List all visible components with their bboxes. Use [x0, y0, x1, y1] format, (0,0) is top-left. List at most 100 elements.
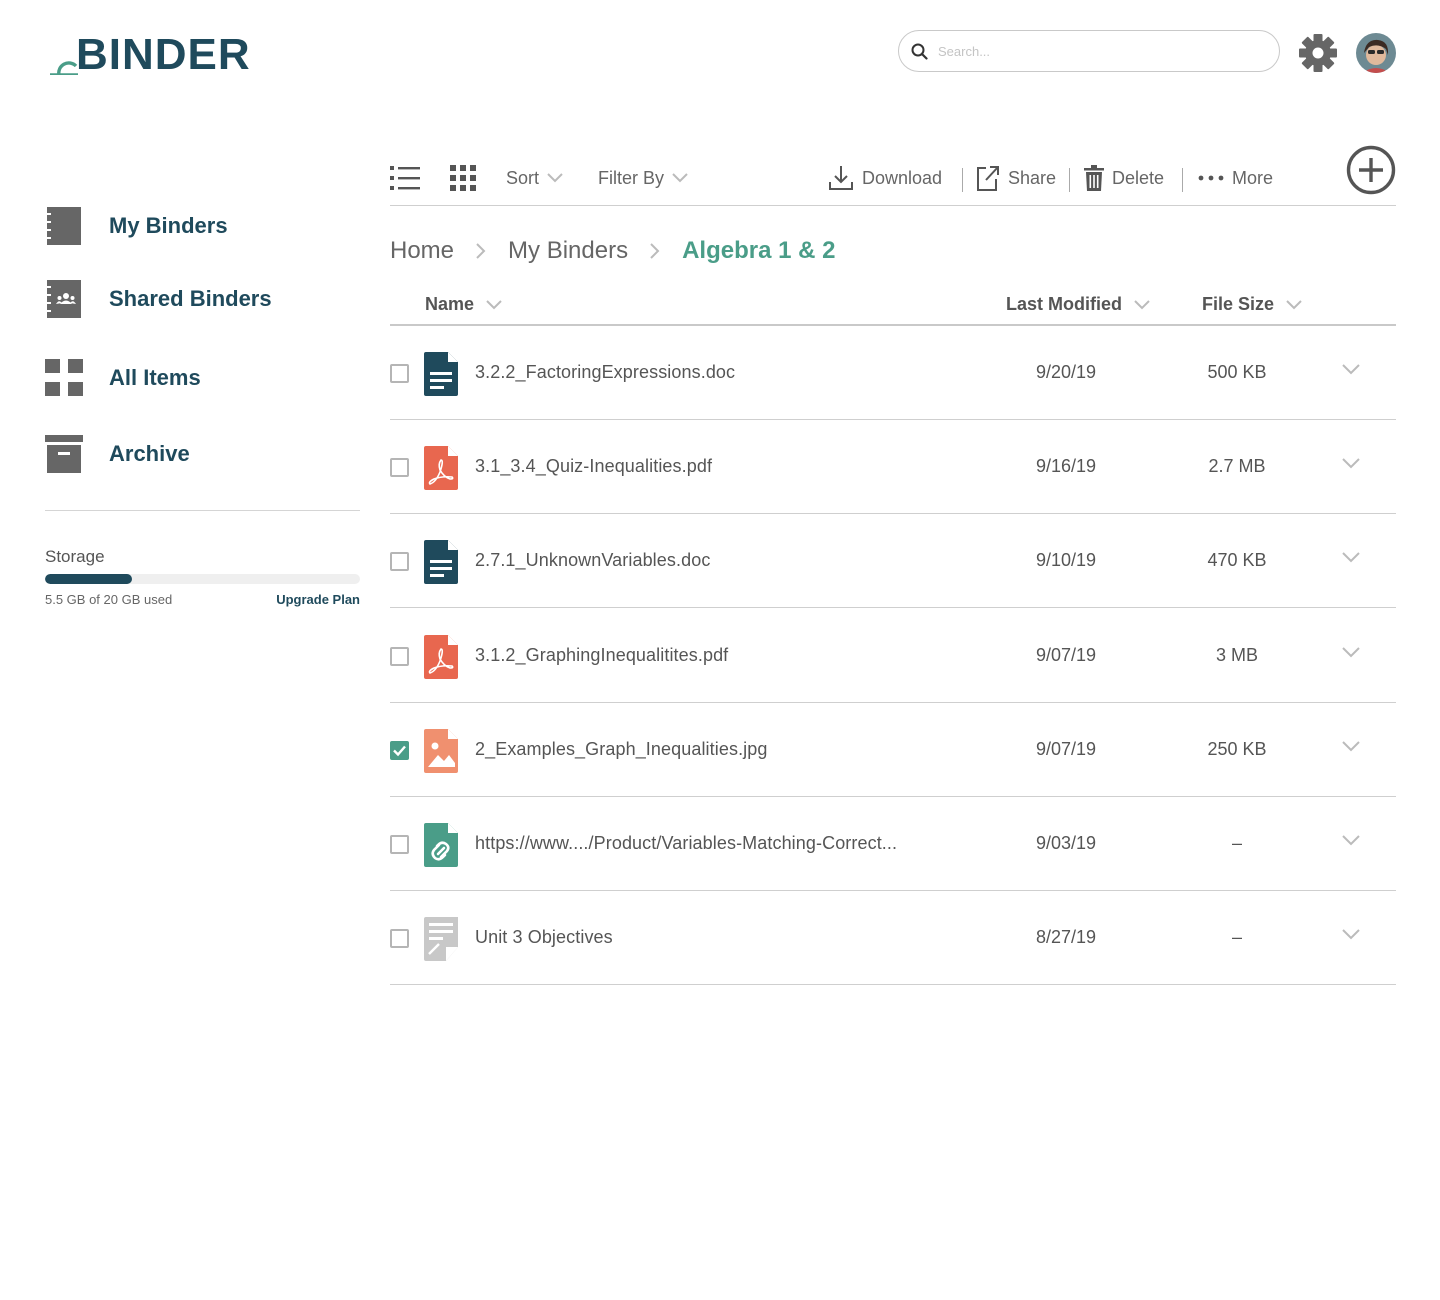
chevron-down-icon — [486, 299, 502, 309]
row-expand-chevron-icon[interactable] — [1342, 456, 1362, 476]
file-last-modified: 9/07/19 — [1035, 738, 1097, 759]
sidebar-item-shared-binders[interactable]: Shared Binders — [45, 279, 272, 319]
file-last-modified: 9/07/19 — [1035, 644, 1097, 665]
file-name[interactable]: https://www..../Product/Variables-Matchi… — [475, 833, 897, 854]
gear-icon[interactable] — [1297, 32, 1339, 74]
column-header-label: Last Modified — [1006, 294, 1122, 314]
file-size: 470 KB — [1207, 550, 1267, 571]
sidebar-item-label: My Binders — [109, 213, 228, 238]
column-header-file-size[interactable]: File Size — [1202, 294, 1302, 315]
table-row[interactable]: 3.2.2_FactoringExpressions.doc 9/20/19 500… — [390, 326, 1396, 420]
grid-icon — [45, 359, 83, 396]
toolbar: Sort Filter By Download Share Delete Mor… — [390, 150, 1396, 206]
file-last-modified: 9/20/19 — [1035, 362, 1097, 382]
download-button[interactable]: Download — [828, 164, 950, 192]
breadcrumb-current: Algebra 1 & 2 — [682, 237, 836, 264]
file-size: 500 KB — [1207, 362, 1267, 382]
file-size: 250 KB — [1207, 738, 1267, 759]
delete-button[interactable]: Delete — [1084, 164, 1172, 192]
upgrade-plan-link[interactable]: Upgrade Plan — [276, 592, 360, 607]
toolbar-divider — [1182, 168, 1183, 192]
breadcrumb-home[interactable]: Home — [390, 237, 454, 265]
add-circle-icon[interactable] — [1346, 145, 1396, 195]
archive-box-icon — [45, 435, 83, 473]
logo-text: BINDER — [76, 30, 251, 79]
checkmark-icon — [393, 745, 406, 757]
share-label: Share — [1008, 167, 1057, 188]
sidebar-item-my-binders[interactable]: My Binders — [45, 206, 228, 246]
row-expand-chevron-icon[interactable] — [1342, 550, 1362, 570]
chevron-right-icon — [476, 243, 486, 259]
row-checkbox[interactable] — [390, 552, 409, 572]
binder-icon — [45, 207, 81, 245]
pdf-file-icon — [424, 446, 460, 491]
pdf-file-icon — [424, 634, 460, 679]
table-row[interactable]: 2.7.1_UnknownVariables.doc 9/10/19 470 KB — [390, 514, 1396, 609]
row-expand-chevron-icon[interactable] — [1342, 362, 1362, 382]
row-checkbox[interactable] — [390, 646, 409, 666]
file-size: 2.7 MB — [1208, 456, 1266, 477]
more-label: More — [1232, 167, 1274, 188]
file-size: – — [1231, 927, 1242, 948]
file-name[interactable]: Unit 3 Objectives — [475, 927, 613, 948]
share-icon — [977, 166, 999, 191]
file-name[interactable]: 3.1_3.4_Quiz-Inequalities.pdf — [475, 456, 712, 477]
row-expand-chevron-icon[interactable] — [1342, 927, 1362, 947]
column-header-label: Name — [425, 294, 475, 314]
row-checkbox[interactable] — [390, 458, 409, 478]
note-file-icon — [424, 917, 460, 962]
column-header-name[interactable]: Name — [425, 294, 502, 315]
sort-dropdown[interactable]: Sort — [498, 164, 563, 192]
filter-label: Filter By — [598, 167, 665, 188]
grid-view-button[interactable] — [450, 164, 476, 192]
shared-binder-icon — [45, 280, 81, 318]
table-row[interactable]: Unit 3 Objectives 8/27/19 – — [390, 891, 1396, 986]
more-button[interactable]: More — [1198, 164, 1281, 192]
storage-used-text: 5.5 GB of 20 GB used — [45, 592, 173, 607]
search-bar[interactable] — [898, 30, 1280, 72]
binder-logo[interactable]: BINDER — [48, 30, 251, 80]
row-checkbox[interactable] — [390, 835, 409, 854]
row-checkbox[interactable] — [390, 740, 409, 760]
toolbar-divider — [1069, 168, 1070, 192]
sidebar-divider — [45, 510, 360, 511]
table-row[interactable]: 3.1_3.4_Quiz-Inequalities.pdf 9/16/19 2.7 … — [390, 420, 1396, 515]
row-checkbox[interactable] — [390, 929, 409, 949]
search-input[interactable] — [938, 43, 1258, 59]
sidebar-item-label: Archive — [109, 441, 190, 466]
file-name[interactable]: 2.7.1_UnknownVariables.doc — [475, 550, 710, 571]
trash-icon — [1084, 165, 1104, 191]
chevron-down-icon — [672, 173, 688, 183]
list-view-button[interactable] — [390, 164, 420, 192]
download-icon — [829, 166, 853, 190]
column-header-last-modified[interactable]: Last Modified — [1006, 294, 1150, 315]
user-avatar[interactable] — [1356, 33, 1396, 73]
table-row[interactable]: 2_Examples_Graph_Inequalities.jpg 9/07/19… — [390, 703, 1396, 797]
sort-label: Sort — [506, 167, 540, 188]
file-name[interactable]: 3.2.2_FactoringExpressions.doc — [475, 362, 735, 383]
table-row[interactable]: 3.1.2_GraphingInequalitites.pdf 9/07/19 3 … — [390, 609, 1396, 703]
toolbar-divider — [962, 168, 963, 192]
sidebar-item-all-items[interactable]: All Items — [45, 358, 201, 398]
sidebar-item-archive[interactable]: Archive — [45, 434, 190, 474]
row-expand-chevron-icon[interactable] — [1342, 833, 1362, 853]
file-size: 3 MB — [1215, 644, 1258, 665]
share-button[interactable]: Share — [976, 164, 1064, 192]
row-expand-chevron-icon[interactable] — [1342, 645, 1362, 665]
breadcrumb-my-binders[interactable]: My Binders — [508, 237, 628, 265]
file-name[interactable]: 2_Examples_Graph_Inequalities.jpg — [475, 739, 768, 760]
row-checkbox[interactable] — [390, 364, 409, 383]
list-view-icon — [390, 166, 420, 190]
grid-view-icon — [450, 165, 476, 191]
chevron-down-icon — [1134, 299, 1150, 309]
file-name[interactable]: 3.1.2_GraphingInequalitites.pdf — [475, 645, 728, 666]
storage-title: Storage — [45, 547, 105, 566]
avatar-photo — [1356, 33, 1396, 73]
table-row[interactable]: https://www..../Product/Variables-Matchi… — [390, 797, 1396, 891]
filter-dropdown[interactable]: Filter By — [590, 164, 688, 192]
logo-cloud-icon — [50, 61, 78, 75]
chevron-down-icon — [1286, 299, 1302, 309]
delete-label: Delete — [1112, 167, 1165, 188]
row-expand-chevron-icon[interactable] — [1342, 739, 1362, 759]
file-size: – — [1231, 833, 1242, 853]
